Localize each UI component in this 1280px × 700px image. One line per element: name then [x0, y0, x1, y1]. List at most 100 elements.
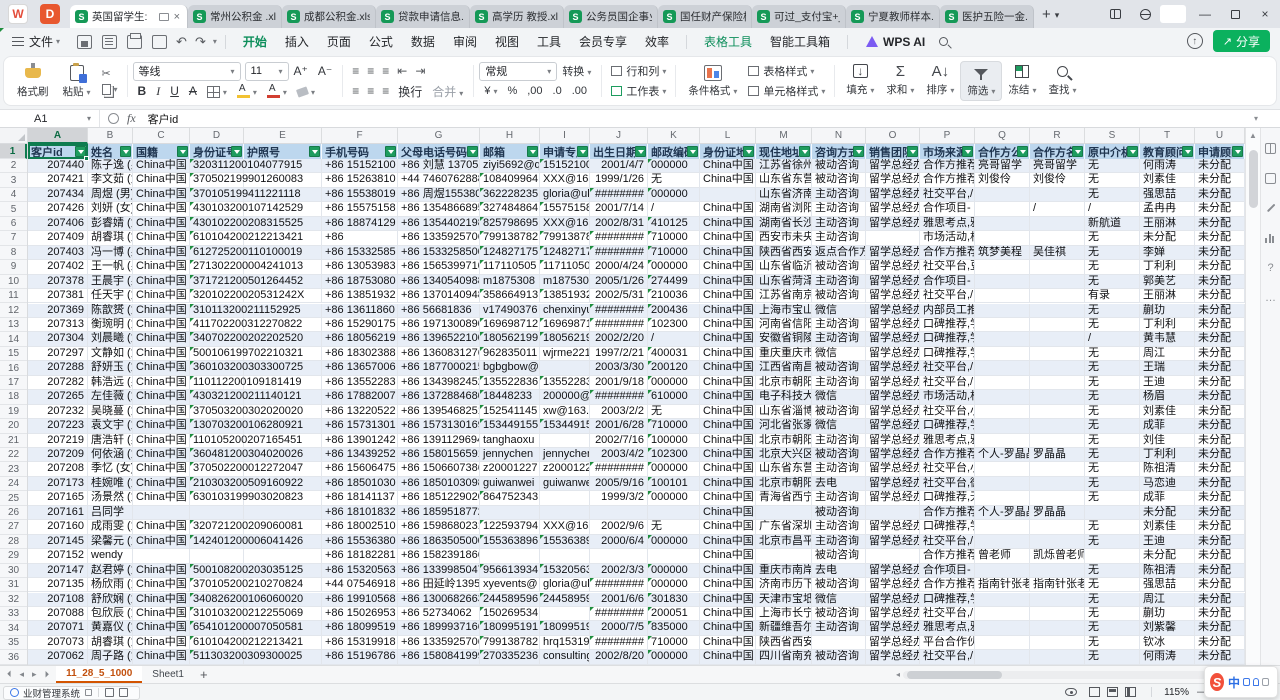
ime-lang-indicator[interactable]: 中: [1228, 674, 1240, 691]
cell-F19[interactable]: +86 13220522: [322, 405, 398, 419]
cell-H11[interactable]: 358664913: [480, 289, 540, 303]
cell-G30[interactable]: +86 1339985047: [398, 564, 480, 578]
cell-J14[interactable]: 2002/2/20: [590, 332, 648, 346]
cell-Q32[interactable]: [975, 593, 1030, 607]
cell-U33[interactable]: 未分配: [1195, 607, 1245, 621]
vertical-scroll-thumb[interactable]: [1249, 150, 1258, 208]
cell-J19[interactable]: 2003/2/2: [590, 405, 648, 419]
cell-D33[interactable]: 310103200212255069: [190, 607, 244, 621]
cell-G34[interactable]: +86 1899937166: [398, 621, 480, 635]
file-tab[interactable]: S宁夏教师样本.xlsx: [846, 5, 940, 28]
cell-D35[interactable]: 610104200212213421: [190, 636, 244, 650]
cell-M33[interactable]: 上海市长宁: [756, 607, 812, 621]
cell-M22[interactable]: 北京大兴区: [756, 448, 812, 462]
cell-C5[interactable]: China中国: [133, 202, 190, 216]
cell-O34[interactable]: 留学总经办: [866, 621, 920, 635]
cell-D14[interactable]: 340702200202202520: [190, 332, 244, 346]
row-header-18[interactable]: 18: [0, 390, 27, 404]
filter-dropdown-button[interactable]: [1182, 146, 1193, 157]
cell-I15[interactable]: wjrme221@: [540, 347, 590, 361]
cell-J6[interactable]: 2002/8/31: [590, 217, 648, 231]
horizontal-scroll-thumb[interactable]: [907, 671, 1002, 679]
cell-U24[interactable]: 未分配: [1195, 477, 1245, 491]
cell-D29[interactable]: [190, 549, 244, 563]
cell-A9[interactable]: 207402: [28, 260, 88, 274]
cell-F34[interactable]: +86 18099519: [322, 621, 398, 635]
cell-T29[interactable]: 未分配: [1140, 549, 1195, 563]
cell-J13[interactable]: ########: [590, 318, 648, 332]
cell-G2[interactable]: +86 刘慧 137052: [398, 159, 480, 173]
cell-F32[interactable]: +86 19910568: [322, 593, 398, 607]
cell-L9[interactable]: China中国: [700, 260, 756, 274]
cell-Q31[interactable]: 指南针张老师: [975, 578, 1030, 592]
cell-H20[interactable]: 153449155: [480, 419, 540, 433]
cell-M16[interactable]: 江西省南昌: [756, 361, 812, 375]
column-header-T[interactable]: T: [1140, 128, 1195, 144]
cell-U16[interactable]: 未分配: [1195, 361, 1245, 375]
cell-B13[interactable]: 衡琬明 (女: [88, 318, 133, 332]
column-header-R[interactable]: R: [1030, 128, 1085, 144]
cell-O4[interactable]: 留学总经办: [866, 188, 920, 202]
cell-T18[interactable]: 杨眉: [1140, 390, 1195, 404]
cell-J29[interactable]: [590, 549, 648, 563]
cell-P6[interactable]: 雅思考点,雅: [920, 217, 975, 231]
cell-style-button[interactable]: 单元格样式▾: [744, 81, 829, 101]
file-menu-button[interactable]: 文件▾: [12, 33, 60, 50]
cell-N3[interactable]: 被动咨询: [812, 173, 866, 187]
cell-R32[interactable]: [1030, 593, 1085, 607]
strikethrough-button[interactable]: A: [184, 83, 202, 99]
cell-O15[interactable]: 留学总经办: [866, 347, 920, 361]
cell-F17[interactable]: +86 13552283: [322, 376, 398, 390]
rows-cols-button[interactable]: 行和列▾: [607, 61, 670, 81]
filter-dropdown-button[interactable]: [385, 146, 396, 157]
cell-H8[interactable]: 124827175: [480, 246, 540, 260]
cell-I13[interactable]: 169698712: [540, 318, 590, 332]
cell-S30[interactable]: 无: [1085, 564, 1140, 578]
cell-R18[interactable]: [1030, 390, 1085, 404]
cell-S18[interactable]: 无: [1085, 390, 1140, 404]
cell-J7[interactable]: ########: [590, 231, 648, 245]
cell-F18[interactable]: +86 17882007: [322, 390, 398, 404]
cell-C25[interactable]: China中国: [133, 491, 190, 505]
cell-F9[interactable]: +86 13053983: [322, 260, 398, 274]
cell-D5[interactable]: 430103200107142529: [190, 202, 244, 216]
cell-M36[interactable]: 四川省南充: [756, 650, 812, 664]
cell-D12[interactable]: 310113200211152925: [190, 304, 244, 318]
cell-K20[interactable]: 710000: [648, 419, 700, 433]
filter-dropdown-button[interactable]: [743, 146, 754, 157]
cell-L10[interactable]: China中国: [700, 275, 756, 289]
cell-P23[interactable]: 社交平台,小: [920, 462, 975, 476]
cell-M25[interactable]: 青海省西宁: [756, 491, 812, 505]
cell-N19[interactable]: 被动咨询: [812, 405, 866, 419]
cell-A33[interactable]: 207088: [28, 607, 88, 621]
header-cell-S[interactable]: 原中介机构: [1085, 144, 1140, 159]
row-header-13[interactable]: 13: [0, 318, 27, 332]
cell-M15[interactable]: 重庆重庆市: [756, 347, 812, 361]
cell-F33[interactable]: +86 15026953: [322, 607, 398, 621]
cell-T24[interactable]: 马恋迪: [1140, 477, 1195, 491]
cell-C20[interactable]: China中国: [133, 419, 190, 433]
cell-L5[interactable]: China中国: [700, 202, 756, 216]
align-right-button[interactable]: ≡: [378, 83, 393, 99]
cell-A31[interactable]: 207135: [28, 578, 88, 592]
cell-U13[interactable]: 未分配: [1195, 318, 1245, 332]
cell-N16[interactable]: 被动咨询: [812, 361, 866, 375]
cell-C9[interactable]: China中国: [133, 260, 190, 274]
cell-H32[interactable]: 244589596: [480, 593, 540, 607]
cell-F6[interactable]: +86 18874129: [322, 217, 398, 231]
menu-审阅[interactable]: 审阅: [444, 28, 486, 55]
cell-M29[interactable]: [756, 549, 812, 563]
cell-I6[interactable]: XXX@163.c: [540, 217, 590, 231]
cell-D4[interactable]: 370105199411221118: [190, 188, 244, 202]
cell-M8[interactable]: 陕西省西安: [756, 246, 812, 260]
cell-A27[interactable]: 207160: [28, 520, 88, 534]
cell-P15[interactable]: 口碑推荐,学: [920, 347, 975, 361]
cell-R3[interactable]: 刘俊伶: [1030, 173, 1085, 187]
cell-G28[interactable]: +86 1863505000: [398, 535, 480, 549]
cell-M30[interactable]: 重庆市南岸: [756, 564, 812, 578]
cell-H21[interactable]: tanghaoxu: [480, 434, 540, 448]
cell-O11[interactable]: 留学总经办: [866, 289, 920, 303]
cell-F30[interactable]: +86 15320563: [322, 564, 398, 578]
cell-I33[interactable]: [540, 607, 590, 621]
cell-H17[interactable]: 135522836: [480, 376, 540, 390]
